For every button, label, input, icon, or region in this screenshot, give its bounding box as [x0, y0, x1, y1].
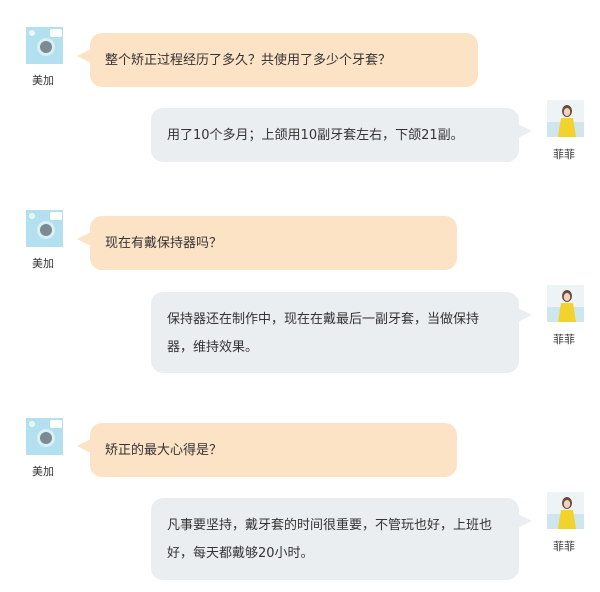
- asker-name: 美加: [32, 465, 54, 478]
- answer-bubble: 保持器还在制作中，现在在戴最后一副牙套，当做保持 器，维持效果。: [151, 292, 532, 373]
- answerer-avatar: [547, 285, 584, 322]
- answerer-avatar: [547, 492, 584, 529]
- answer-text: 用了10个多月；上颌用10副牙套左右，下颌21副。: [167, 128, 464, 143]
- answer-text-line: 器，维持效果。: [167, 340, 259, 355]
- answerer-name: 菲菲: [553, 333, 575, 346]
- asker-name: 美加: [32, 74, 54, 87]
- asker-avatar: [26, 27, 63, 64]
- aligner-case-avatar-icon: [26, 418, 63, 455]
- question-bubble: 整个矫正过程经历了多久？共使用了多少个牙套？: [77, 33, 478, 87]
- question-bubble: 现在有戴保持器吗？: [77, 216, 457, 270]
- answerer-name: 菲菲: [553, 540, 575, 553]
- asker-name: 美加: [32, 257, 54, 270]
- woman-yellow-dress-avatar-icon: [547, 100, 584, 137]
- answerer-name: 菲菲: [553, 148, 575, 161]
- answer-text-line: 保持器还在制作中，现在在戴最后一副牙套，当做保持: [167, 312, 480, 327]
- answer-text-line: 好，每天都戴够20小时。: [167, 546, 314, 561]
- answerer-avatar: [547, 100, 584, 137]
- aligner-case-avatar-icon: [26, 27, 63, 64]
- woman-yellow-dress-avatar-icon: [547, 492, 584, 529]
- question-bubble: 矫正的最大心得是？: [77, 423, 457, 477]
- answer-bubble: 凡事要坚持，戴牙套的时间很重要，不管玩也好，上班也 好，每天都戴够20小时。: [151, 498, 532, 580]
- answer-text-line: 凡事要坚持，戴牙套的时间很重要，不管玩也好，上班也: [167, 518, 493, 533]
- asker-avatar: [26, 418, 63, 455]
- question-text: 现在有戴保持器吗？: [105, 236, 223, 251]
- question-text: 整个矫正过程经历了多久？共使用了多少个牙套？: [105, 53, 392, 68]
- question-text: 矫正的最大心得是？: [105, 443, 223, 458]
- woman-yellow-dress-avatar-icon: [547, 285, 584, 322]
- answer-bubble: 用了10个多月；上颌用10副牙套左右，下颌21副。: [151, 108, 532, 162]
- aligner-case-avatar-icon: [26, 210, 63, 247]
- asker-avatar: [26, 210, 63, 247]
